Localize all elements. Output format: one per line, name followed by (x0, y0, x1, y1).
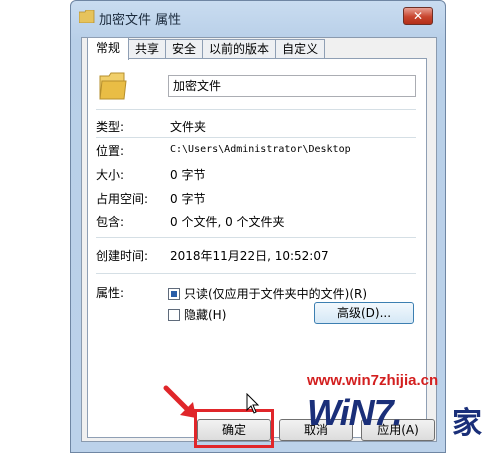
advanced-button[interactable]: 高级(D)... (314, 302, 414, 324)
tab-customize[interactable]: 自定义 (276, 39, 326, 59)
site-watermark: www.win7zhijia.cn WiN7. 家 (307, 372, 500, 453)
mouse-cursor-icon (246, 393, 260, 414)
folder-name-input[interactable]: 加密文件 (168, 75, 416, 97)
folder-icon (99, 72, 127, 100)
window-title: 加密文件 属性 (99, 13, 182, 28)
type-label: 类型: (96, 120, 125, 134)
created-value: 2018年11月22日, 10:52:07 (170, 249, 329, 263)
divider (96, 109, 416, 110)
disk-size-value: 0 字节 (170, 192, 206, 206)
tab-bar: 常规 共享 安全 以前的版本 自定义 (87, 37, 326, 60)
watermark-url: www.win7zhijia.cn (307, 372, 439, 389)
size-label: 大小: (96, 168, 125, 182)
tab-security[interactable]: 安全 (166, 39, 204, 59)
created-label: 创建时间: (96, 249, 149, 263)
location-label: 位置: (96, 144, 125, 158)
type-value: 文件夹 (170, 120, 207, 134)
tab-sharing[interactable]: 共享 (129, 39, 167, 59)
hidden-checkbox[interactable] (168, 309, 180, 321)
location-value: C:\Users\Administrator\Desktop (170, 144, 351, 155)
disk-size-label: 占用空间: (96, 192, 149, 206)
tab-previous-versions[interactable]: 以前的版本 (203, 39, 277, 59)
attributes-label: 属性: (96, 286, 125, 300)
title-bar[interactable]: 加密文件 属性 ✕ (71, 1, 445, 33)
hidden-label[interactable]: 隐藏(H) (184, 306, 226, 323)
close-icon: ✕ (412, 9, 424, 23)
ok-button-highlight (194, 409, 274, 448)
close-button[interactable]: ✕ (403, 7, 433, 25)
watermark-logo: WiN7. (307, 392, 403, 433)
divider (96, 137, 416, 138)
divider (96, 273, 416, 274)
contains-value: 0 个文件, 0 个文件夹 (170, 215, 285, 229)
readonly-label[interactable]: 只读(仅应用于文件夹中的文件)(R) (184, 285, 367, 302)
readonly-checkbox[interactable] (168, 288, 180, 300)
pointer-arrow-icon (163, 385, 196, 418)
divider (96, 237, 416, 238)
tab-general[interactable]: 常规 (87, 37, 130, 60)
watermark-suffix: 家 (452, 406, 482, 441)
size-value: 0 字节 (170, 168, 206, 182)
contains-label: 包含: (96, 215, 125, 229)
folder-icon (79, 10, 95, 23)
